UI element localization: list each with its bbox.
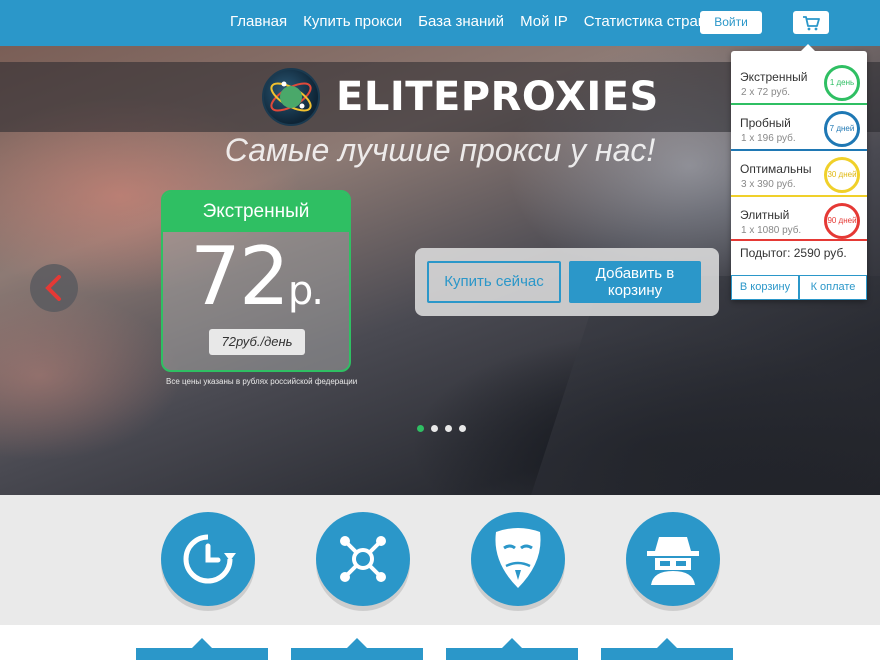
slider-dot[interactable] <box>445 425 452 432</box>
cart-item: Элитный 1 x 1080 руб. 90 дней <box>731 194 867 242</box>
nav-link-buy-proxy[interactable]: Купить прокси <box>303 13 402 30</box>
cart-icon <box>803 15 820 30</box>
cart-dropdown: Экстренный 2 x 72 руб. 1 день Пробный 1 … <box>731 44 867 300</box>
cart-item-name: Оптимальны <box>740 162 812 176</box>
cart-item: Экстренный 2 x 72 руб. 1 день <box>731 56 867 104</box>
cart-item-qty: 2 x 72 руб. <box>741 87 791 98</box>
feature-anonymity[interactable] <box>471 512 565 606</box>
feature-tab[interactable] <box>136 638 268 660</box>
cart-item-qty: 3 x 390 руб. <box>741 179 796 190</box>
feature-tab[interactable] <box>446 638 578 660</box>
clock-refresh-icon <box>183 534 236 584</box>
nav-link-home[interactable]: Главная <box>230 13 287 30</box>
price-note: Все цены указаны в рублях российской фед… <box>166 377 358 386</box>
brand: ELITEPROXIES <box>262 68 659 126</box>
nav-link-my-ip[interactable]: Мой IP <box>520 13 568 30</box>
plan-name: Экстренный <box>163 192 349 232</box>
slider-dots <box>417 425 466 432</box>
cart-item: Оптимальны 3 x 390 руб. 30 дней <box>731 148 867 196</box>
network-hub-icon <box>340 536 386 582</box>
slider-prev-button[interactable] <box>30 264 78 312</box>
cart-item-qty: 1 x 196 руб. <box>741 133 796 144</box>
go-to-cart-button[interactable]: В корзину <box>731 275 799 300</box>
nav-link-country-stats[interactable]: Статистика стран <box>584 13 706 30</box>
feature-network[interactable] <box>316 512 410 606</box>
plan-card: Экстренный 72р. 72руб./день <box>161 190 351 372</box>
cta-box: Купить сейчас Добавить в корзину <box>415 248 719 316</box>
cart-item-name: Пробный <box>740 116 791 130</box>
slider-dot[interactable] <box>431 425 438 432</box>
plan-price: 72р. <box>163 232 349 336</box>
cart-item-name: Элитный <box>740 208 790 222</box>
cart-button[interactable] <box>793 11 829 34</box>
cart-item-name: Экстренный <box>740 70 808 84</box>
buy-now-button[interactable]: Купить сейчас <box>427 261 561 303</box>
cart-item-qty: 1 x 1080 руб. <box>741 225 802 236</box>
cart-subtotal: Подытог: 2590 руб. <box>740 246 847 260</box>
feature-uptime[interactable] <box>161 512 255 606</box>
duration-badge: 90 дней <box>824 203 860 239</box>
slider-dot[interactable] <box>417 425 424 432</box>
top-navbar: Главная Купить прокси База знаний Мой IP… <box>0 0 880 46</box>
checkout-button[interactable]: К оплате <box>799 275 867 300</box>
add-to-cart-button[interactable]: Добавить в корзину <box>569 261 701 303</box>
feature-privacy[interactable] <box>626 512 720 606</box>
nav-link-knowledge-base[interactable]: База знаний <box>418 13 504 30</box>
duration-badge: 7 дней <box>824 111 860 147</box>
plan-price-currency: р. <box>287 268 324 314</box>
plan-price-value: 72 <box>190 230 290 323</box>
slider-dot[interactable] <box>459 425 466 432</box>
duration-badge: 30 дней <box>824 157 860 193</box>
nav-menu: Главная Купить прокси База знаний Мой IP… <box>230 13 706 30</box>
login-button[interactable]: Войти <box>700 11 762 34</box>
globe-logo-icon <box>262 68 320 126</box>
divider <box>731 239 867 241</box>
spy-incognito-icon <box>647 537 699 585</box>
chevron-left-icon <box>45 275 61 301</box>
plan-rate: 72руб./день <box>209 329 305 355</box>
brand-name: ELITEPROXIES <box>336 74 659 120</box>
feature-tab[interactable] <box>291 638 423 660</box>
feature-tab[interactable] <box>601 638 733 660</box>
anonymous-mask-icon <box>495 528 541 588</box>
cart-item: Пробный 1 x 196 руб. 7 дней <box>731 102 867 150</box>
duration-badge: 1 день <box>824 65 860 101</box>
cart-actions: В корзину К оплате <box>731 275 867 300</box>
content-strip <box>0 625 880 660</box>
